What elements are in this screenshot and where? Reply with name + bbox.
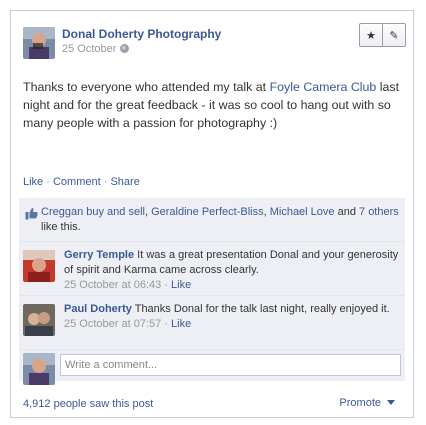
thumbs-up-icon bbox=[25, 208, 38, 220]
likes-text: Creggan buy and sell, Geraldine Perfect-… bbox=[41, 205, 401, 235]
likes-suffix: like this. bbox=[41, 221, 81, 233]
separator-dot: · bbox=[103, 176, 108, 188]
message-text-start: Thanks to everyone who attended my talk … bbox=[23, 80, 270, 94]
commenter-avatar[interactable] bbox=[23, 304, 55, 336]
globe-icon bbox=[120, 44, 130, 53]
edit-button[interactable]: ✎ bbox=[382, 24, 405, 46]
foyle-camera-club-link[interactable]: Foyle Camera Club bbox=[270, 80, 377, 94]
comment-body: Gerry Temple It was a great presentation… bbox=[64, 248, 400, 293]
post-reach-link[interactable]: 4,912 people saw this post bbox=[23, 398, 153, 410]
post-actions-group: ★ ✎ bbox=[359, 23, 406, 47]
comment-timestamp[interactable]: 25 October at 07:57 bbox=[64, 318, 161, 330]
star-icon: ★ bbox=[366, 29, 376, 42]
comment-meta: 25 October at 07:57 · Like bbox=[64, 318, 192, 330]
comment-item: Gerry Temple It was a great presentation… bbox=[19, 242, 405, 296]
page-name-link[interactable]: Donal Doherty Photography bbox=[62, 27, 221, 41]
others-like-link[interactable]: 7 others bbox=[359, 206, 399, 218]
feedback-panel: Creggan buy and sell, Geraldine Perfect-… bbox=[19, 198, 405, 385]
share-link[interactable]: Share bbox=[110, 176, 139, 188]
comment-like-link[interactable]: Like bbox=[171, 279, 191, 291]
write-comment-row bbox=[19, 350, 405, 385]
chevron-down-icon bbox=[387, 400, 395, 405]
liker-link-2[interactable]: Geraldine Perfect-Bliss bbox=[151, 206, 264, 218]
comment-like-link[interactable]: Like bbox=[171, 318, 191, 330]
separator-dot: · bbox=[46, 176, 50, 188]
pencil-icon: ✎ bbox=[389, 29, 399, 42]
page-avatar[interactable] bbox=[23, 27, 55, 59]
liker-link-1[interactable]: Creggan buy and sell bbox=[41, 206, 145, 218]
likes-summary: Creggan buy and sell, Geraldine Perfect-… bbox=[19, 198, 405, 242]
comment-text: Thanks Donal for the talk last night, re… bbox=[134, 303, 390, 315]
promote-button[interactable]: Promote bbox=[339, 397, 395, 409]
post-message: Thanks to everyone who attended my talk … bbox=[23, 78, 411, 132]
star-button[interactable]: ★ bbox=[360, 24, 382, 46]
comment-item: Paul Doherty Thanks Donal for the talk l… bbox=[19, 296, 405, 350]
comment-author-link[interactable]: Paul Doherty bbox=[64, 303, 132, 315]
promote-label[interactable]: Promote bbox=[339, 397, 381, 409]
post-card: Donal Doherty Photography 25 October ★ ✎… bbox=[10, 10, 414, 418]
comment-meta: 25 October at 06:43 · Like bbox=[64, 279, 192, 291]
comment-timestamp[interactable]: 25 October at 06:43 bbox=[64, 279, 161, 291]
post-action-links: Like · Comment · Share bbox=[23, 176, 140, 188]
comment-author-link[interactable]: Gerry Temple bbox=[64, 249, 134, 261]
comment-link[interactable]: Comment bbox=[53, 176, 101, 188]
comment-body: Paul Doherty Thanks Donal for the talk l… bbox=[64, 302, 400, 332]
comment-input[interactable] bbox=[60, 354, 401, 376]
like-link[interactable]: Like bbox=[23, 176, 43, 188]
liker-link-3[interactable]: Michael Love bbox=[270, 206, 335, 218]
current-user-avatar bbox=[23, 353, 55, 385]
post-date-text[interactable]: 25 October bbox=[62, 43, 116, 55]
likes-separator: and bbox=[334, 206, 360, 218]
post-timestamp[interactable]: 25 October bbox=[62, 43, 130, 55]
commenter-avatar[interactable] bbox=[23, 250, 55, 282]
